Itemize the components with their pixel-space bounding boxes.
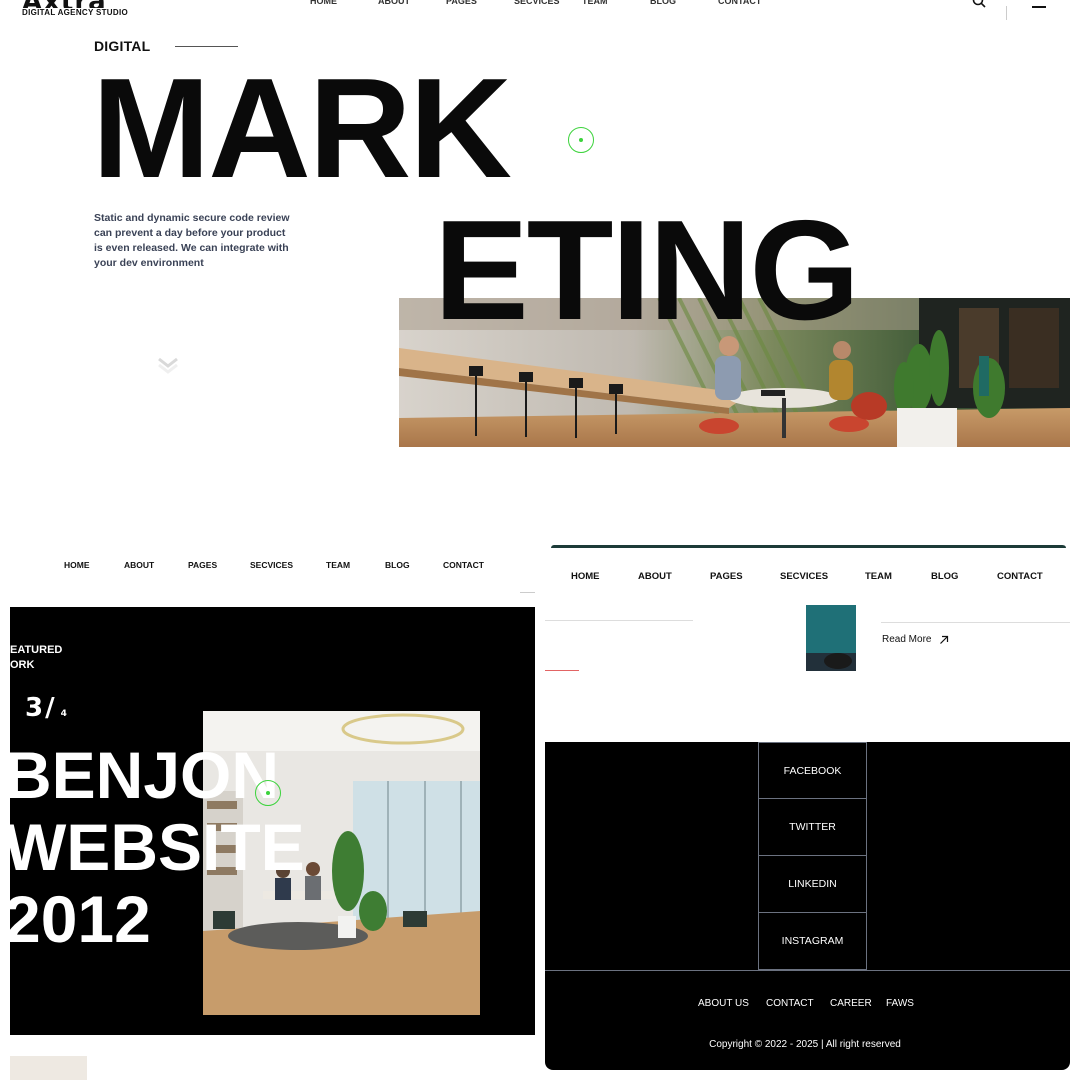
footer-link-about-us[interactable]: ABOUT US: [698, 998, 749, 1009]
logo-tagline: DIGITAL AGENCY STUDIO: [22, 8, 129, 17]
top-nav-home[interactable]: HOME: [310, 0, 378, 8]
header-divider: [1006, 6, 1007, 20]
featured-nav-team[interactable]: TEAM: [326, 560, 350, 570]
top-nav-blog[interactable]: BLOG: [650, 0, 718, 8]
chevron-double-down-icon[interactable]: [156, 354, 180, 378]
divider-right: [881, 622, 1070, 623]
featured-nav-home[interactable]: HOME: [64, 560, 90, 570]
featured-nav-contact[interactable]: CONTACT: [443, 560, 484, 570]
featured-work-section: EATURED ORK 3/ 4 BENJON WEBSITE 2012: [10, 607, 535, 1035]
top-nav-services[interactable]: SECVICES: [514, 0, 582, 8]
footer-link-faws[interactable]: FAWS: [886, 998, 914, 1009]
top-nav-contact[interactable]: CONTACT: [718, 0, 786, 8]
cursor-ring-indicator-2: [255, 780, 281, 806]
top-nav-pages[interactable]: PAGES: [446, 0, 514, 8]
logo-wordmark: Axtra: [22, 0, 128, 8]
menu-icon[interactable]: [1032, 6, 1046, 8]
arrow-up-right-icon: [940, 635, 949, 644]
copyright-text: Copyright © 2022 - 2025 | All right rese…: [709, 1039, 901, 1050]
top-nav-team[interactable]: TEAM: [582, 0, 650, 8]
featured-nav-pages[interactable]: PAGES: [188, 560, 217, 570]
footer-page-nav-home[interactable]: HOME: [571, 571, 600, 582]
blog-thumbnail[interactable]: [806, 605, 856, 671]
hero-section: Axtra DIGITAL AGENCY STUDIO HOME ABOUT P…: [0, 0, 1080, 520]
accent-line-red: [545, 670, 579, 671]
top-nav-about[interactable]: ABOUT: [378, 0, 446, 8]
hero-headline-part-2: ETING: [434, 191, 860, 350]
footer-link-contact[interactable]: CONTACT: [766, 998, 814, 1009]
eyebrow-rule: [175, 46, 238, 47]
featured-nav-services[interactable]: SECVICES: [250, 560, 293, 570]
footer-link-career[interactable]: CAREER: [830, 998, 872, 1009]
read-more-label: Read More: [882, 634, 932, 645]
footer-page-nav-team[interactable]: TEAM: [865, 571, 892, 582]
footer-page-nav-contact[interactable]: CONTACT: [997, 571, 1043, 582]
featured-label-line-1: EATURED: [10, 644, 63, 656]
search-icon[interactable]: [972, 0, 986, 8]
next-section-thumbnail: [10, 1056, 87, 1080]
featured-nav-about[interactable]: ABOUT: [124, 560, 154, 570]
nav-underline: [520, 592, 535, 593]
social-twitter-link[interactable]: TWITTER: [758, 799, 867, 856]
footer-page-nav-blog[interactable]: BLOG: [931, 571, 958, 582]
footer-page-nav-services[interactable]: SECVICES: [780, 571, 828, 582]
featured-work-label: EATURED ORK: [10, 643, 62, 673]
read-more-link[interactable]: Read More: [882, 634, 949, 645]
hero-description: Static and dynamic secure code review ca…: [94, 212, 290, 269]
social-links: FACEBOOK TWITTER LINKEDIN INSTAGRAM: [758, 742, 867, 970]
featured-title-line-2: WEBSITE: [10, 810, 305, 884]
slide-counter-separator: /: [45, 693, 55, 723]
featured-nav-blog[interactable]: BLOG: [385, 560, 410, 570]
featured-title-line-3: 2012: [10, 882, 151, 956]
divider-left: [545, 620, 693, 621]
footer-page-nav-about[interactable]: ABOUT: [638, 571, 672, 582]
panel-top-accent: [551, 545, 1066, 548]
slide-counter-current: 3: [25, 693, 44, 723]
social-linkedin-link[interactable]: LINKEDIN: [758, 856, 867, 913]
featured-label-line-2: ORK: [10, 659, 35, 671]
footer-divider: [545, 970, 1070, 971]
logo[interactable]: Axtra DIGITAL AGENCY STUDIO: [22, 0, 128, 17]
slide-counter: 3/ 4: [25, 693, 67, 723]
slide-counter-total: 4: [60, 709, 67, 719]
social-instagram-link[interactable]: INSTAGRAM: [758, 913, 867, 970]
social-facebook-link[interactable]: FACEBOOK: [758, 742, 867, 799]
site-footer: FACEBOOK TWITTER LINKEDIN INSTAGRAM ABOU…: [545, 742, 1070, 1070]
footer-page-nav-pages[interactable]: PAGES: [710, 571, 743, 582]
hero-headline-part-1: MARK: [92, 49, 512, 208]
cursor-ring-indicator: [568, 127, 594, 153]
featured-project-title[interactable]: BENJON WEBSITE 2012: [10, 739, 305, 955]
top-nav: HOME ABOUT PAGES SECVICES TEAM BLOG CONT…: [310, 0, 786, 8]
footer-preview-panel: HOME ABOUT PAGES SECVICES TEAM BLOG CONT…: [545, 545, 1070, 1070]
